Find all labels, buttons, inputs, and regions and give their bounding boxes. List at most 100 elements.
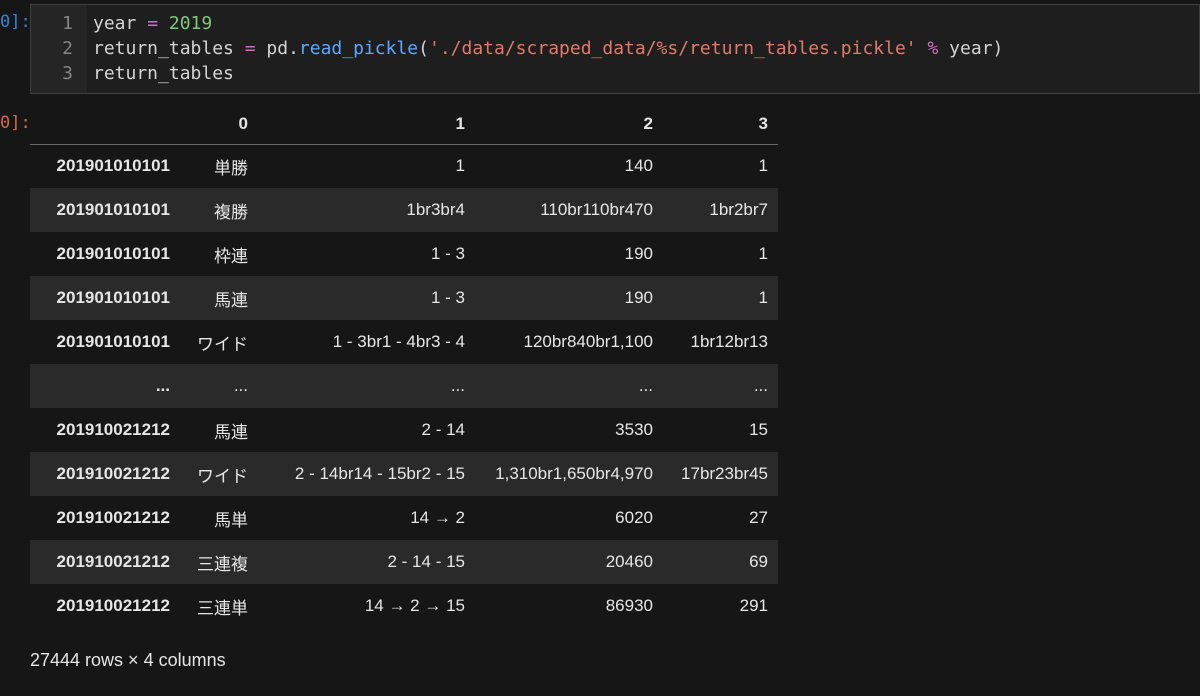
- code-line[interactable]: return_tables: [93, 61, 1003, 86]
- table-cell: 6020: [615, 508, 653, 527]
- input-prompt: 0]:: [0, 12, 31, 32]
- row-index-cell: 201901010101: [56, 156, 170, 176]
- row-index-cell: 201910021212: [56, 552, 170, 571]
- table-cell: 馬単: [214, 510, 248, 530]
- table-cell: 190: [624, 244, 653, 263]
- code-cell[interactable]: 1 2 3 year = 2019 return_tables = pd.read…: [30, 4, 1200, 94]
- table-cell: 120br840br1,100: [523, 332, 653, 351]
- table-row: 201910021212 馬連 2 - 14 3530 15: [30, 408, 778, 452]
- table-cell: 三連複: [197, 554, 248, 574]
- table-cell: 1 - 3: [430, 244, 465, 263]
- table-cell: 単勝: [214, 158, 248, 178]
- code-token: return_tables: [93, 38, 245, 59]
- table-cell: 1 - 3br1 - 4br3 - 4: [332, 332, 465, 351]
- table-cell: 三連単: [197, 598, 248, 618]
- table-cell: ...: [450, 376, 465, 395]
- table-cell: 2 - 14: [421, 420, 465, 439]
- column-header-index: [30, 104, 180, 145]
- table-row: 201901010101 枠連 1 - 3 190 1: [30, 232, 778, 276]
- column-header: 3: [663, 104, 778, 145]
- table-cell: 14 → 2: [410, 508, 465, 527]
- code-token: %: [927, 38, 939, 59]
- table-header-row: 0 1 2 3: [30, 104, 778, 145]
- code-token: year): [938, 38, 1004, 59]
- code-line[interactable]: year = 2019: [93, 11, 1003, 36]
- table-cell: 1: [455, 156, 465, 176]
- table-row: ...............: [30, 364, 778, 408]
- table-row: 201910021212 ワイド 2 - 14br14 - 15br2 - 15 1,…: [30, 452, 778, 496]
- table-cell: 1br2br7: [709, 200, 768, 219]
- table-cell: ワイド: [197, 466, 248, 486]
- column-header: 1: [258, 104, 475, 145]
- row-index-cell: 201910021212: [56, 508, 170, 527]
- code-token: read_pickle: [298, 38, 419, 59]
- table-cell: 20460: [605, 552, 653, 571]
- row-index-cell: 201901010101: [56, 244, 170, 263]
- table-row: 201910021212 三連単 14 → 2 → 15 86930 291: [30, 584, 778, 628]
- cell-output: 0 1 2 3 201901010101 単勝 1 140 1 201901010101 複…: [30, 104, 778, 628]
- code-token: (: [418, 38, 429, 59]
- table-cell: 140: [624, 156, 653, 176]
- row-index-cell: 201901010101: [56, 288, 170, 307]
- table-cell: 17br23br45: [681, 464, 768, 483]
- output-prompt: 0]:: [0, 113, 31, 133]
- code-token: './data/scraped_data/%s/return_tables.pi…: [428, 38, 917, 59]
- table-cell: 1 - 3: [430, 288, 465, 307]
- table-cell: 110br110br470: [540, 200, 653, 219]
- dataframe-table: 0 1 2 3 201901010101 単勝 1 140 1 201901010101 複…: [30, 104, 778, 628]
- table-cell: 27: [749, 508, 768, 527]
- code-editor[interactable]: year = 2019 return_tables = pd.read_pickl…: [87, 5, 1003, 93]
- table-cell: 86930: [605, 596, 653, 615]
- line-number: 3: [62, 63, 73, 84]
- table-cell: 2 - 14br14 - 15br2 - 15: [294, 464, 465, 483]
- dataframe-shape: 27444 rows × 4 columns: [30, 650, 226, 670]
- table-row: 201901010101 単勝 1 140 1: [30, 144, 778, 188]
- table-cell: 14 → 2 → 15: [364, 596, 465, 615]
- table-cell: 2 - 14 - 15: [387, 552, 466, 571]
- table-cell: 1: [758, 288, 768, 307]
- column-header: 0: [180, 104, 258, 145]
- row-index-cell: 201910021212: [56, 420, 170, 439]
- code-token: pd.: [255, 38, 299, 59]
- table-cell: 69: [749, 552, 768, 571]
- table-cell: ...: [753, 376, 768, 395]
- table-cell: 1br12br13: [690, 332, 768, 351]
- table-cell: 複勝: [214, 202, 248, 222]
- line-number-gutter: 1 2 3: [31, 5, 87, 93]
- table-cell: 1br3br4: [406, 200, 465, 219]
- row-index-cell: ...: [155, 376, 170, 395]
- row-index-cell: 201901010101: [56, 200, 170, 219]
- table-cell: 馬連: [214, 422, 248, 442]
- table-cell: 3530: [615, 420, 653, 439]
- line-number: 2: [62, 38, 73, 59]
- table-cell: ...: [638, 376, 653, 395]
- table-cell: 291: [739, 596, 768, 615]
- code-token: =: [244, 38, 256, 59]
- table-row: 201901010101 馬連 1 - 3 190 1: [30, 276, 778, 320]
- table-cell: 1: [758, 156, 768, 176]
- table-row: 201910021212 馬単 14 → 2 6020 27: [30, 496, 778, 540]
- table-cell: ワイド: [197, 334, 248, 354]
- table-row: 201910021212 三連複 2 - 14 - 15 20460 69: [30, 540, 778, 584]
- table-cell: 15: [749, 420, 768, 439]
- table-cell: 枠連: [214, 246, 248, 266]
- column-header: 2: [475, 104, 663, 145]
- row-index-cell: 201910021212: [56, 464, 170, 483]
- code-token: =: [147, 13, 159, 34]
- table-cell: 190: [624, 288, 653, 307]
- table-cell: 1,310br1,650br4,970: [495, 464, 653, 483]
- table-cell: 馬連: [214, 290, 248, 310]
- line-number: 1: [62, 13, 73, 34]
- code-token: 2019: [158, 13, 213, 34]
- code-token: return_tables: [93, 63, 234, 84]
- row-index-cell: 201901010101: [56, 332, 170, 351]
- row-index-cell: 201910021212: [56, 596, 170, 615]
- table-cell: ...: [233, 376, 248, 395]
- code-token: year: [93, 13, 148, 34]
- table-row: 201901010101 複勝 1br3br4 110br110br470 1br2br…: [30, 188, 778, 232]
- table-cell: 1: [758, 244, 768, 263]
- table-row: 201901010101 ワイド 1 - 3br1 - 4br3 - 4 120br8…: [30, 320, 778, 364]
- code-line[interactable]: return_tables = pd.read_pickle('./data/s…: [93, 36, 1003, 61]
- table-body: 201901010101 単勝 1 140 1 201901010101 複勝 1br3br4…: [30, 144, 778, 628]
